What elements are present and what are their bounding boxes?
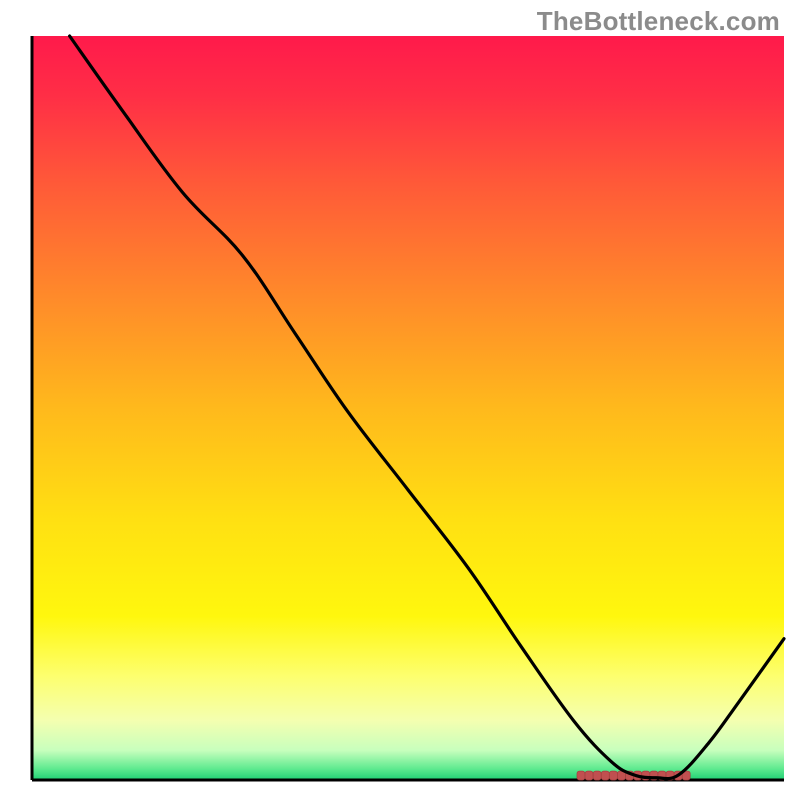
plot-background [32,36,784,780]
optimum-marker-dot [601,771,609,780]
optimum-marker-dot [585,771,593,780]
chart-frame: TheBottleneck.com [0,0,800,800]
optimum-marker-dot [577,771,585,780]
optimum-marker-dot [609,771,617,780]
bottleneck-chart [0,0,800,800]
optimum-marker-dot [593,771,601,780]
